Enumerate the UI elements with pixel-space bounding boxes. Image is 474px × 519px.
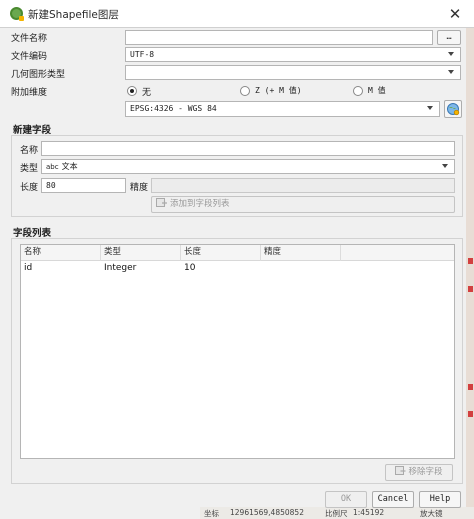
crs-value: EPSG:4326 - WGS 84 [130, 104, 217, 113]
radio-m[interactable] [353, 86, 363, 96]
add-field-icon [156, 198, 167, 207]
field-name-label: 名称 [20, 146, 39, 156]
dimensions-label: 附加维度 [11, 88, 48, 98]
radio-none-label: 无 [142, 88, 152, 98]
field-list-section-title: 字段列表 [13, 228, 52, 239]
table-header: 名称 类型 长度 精度 [21, 245, 454, 261]
map-feature [468, 258, 473, 264]
chevron-down-icon [448, 52, 454, 56]
field-list-table[interactable]: 名称 类型 长度 精度 id Integer 10 [20, 244, 455, 459]
field-type-value: 文本 [61, 162, 78, 171]
field-type-select[interactable]: abc 文本 [41, 159, 455, 174]
chevron-down-icon [442, 164, 448, 168]
select-crs-button[interactable] [444, 100, 462, 118]
cell-name: id [24, 263, 33, 273]
column-header-name[interactable]: 名称 [21, 245, 101, 261]
window-title: 新建Shapefile图层 [28, 9, 119, 21]
remove-field-button[interactable]: 移除字段 [385, 464, 453, 481]
map-feature [468, 286, 473, 292]
add-to-field-list-button[interactable]: 添加到字段列表 [151, 196, 455, 213]
field-length-label: 长度 [20, 183, 39, 193]
cell-type: Integer [104, 263, 137, 273]
radio-z-m[interactable] [240, 86, 250, 96]
chevron-down-icon [448, 70, 454, 74]
radio-m-label: M 值 [368, 86, 386, 95]
scale-label: 比例尺 [325, 509, 348, 518]
column-header-length[interactable]: 长度 [181, 245, 261, 261]
encoding-value: UTF-8 [130, 50, 155, 59]
encoding-label: 文件编码 [11, 52, 48, 62]
add-to-field-list-label: 添加到字段列表 [170, 199, 230, 209]
column-header-type[interactable]: 类型 [101, 245, 181, 261]
new-field-section-title: 新建字段 [13, 125, 52, 136]
coord-value: 12961569,4850852 [230, 508, 304, 517]
scale-value: 1:45192 [353, 508, 385, 517]
field-precision-label: 精度 [130, 183, 149, 193]
remove-field-label: 移除字段 [408, 467, 443, 477]
field-name-input[interactable] [41, 141, 455, 156]
cancel-button[interactable]: Cancel [372, 491, 414, 508]
geometry-type-label: 几何图形类型 [11, 70, 66, 80]
field-precision-input[interactable] [151, 178, 455, 193]
field-type-label: 类型 [20, 164, 39, 174]
qgis-logo-icon [10, 7, 24, 21]
magnifier-label: 放大镜 [420, 509, 443, 518]
map-feature [468, 411, 473, 417]
radio-none[interactable] [127, 86, 137, 96]
encoding-select[interactable]: UTF-8 [125, 47, 461, 62]
field-length-input[interactable]: 80 [41, 178, 126, 193]
text-type-icon: abc [46, 163, 59, 171]
background-status-bar: 坐标 12961569,4850852 比例尺 1:45192 放大镜 [200, 507, 474, 519]
title-bar: 新建Shapefile图层 ✕ [0, 0, 474, 28]
cell-length: 10 [184, 263, 196, 273]
close-button[interactable]: ✕ [442, 3, 468, 25]
file-name-label: 文件名称 [11, 34, 48, 44]
radio-z-m-label: Z (+ M 值) [255, 86, 302, 95]
background-map-strip [466, 28, 474, 508]
coord-label: 坐标 [204, 509, 219, 518]
ok-button[interactable]: OK [325, 491, 367, 508]
map-feature [468, 384, 473, 390]
globe-crs-icon [447, 103, 460, 116]
geometry-type-select[interactable] [125, 65, 461, 80]
help-button[interactable]: Help [419, 491, 461, 508]
crs-select[interactable]: EPSG:4326 - WGS 84 [125, 101, 440, 117]
column-header-precision[interactable]: 精度 [261, 245, 341, 261]
file-name-input[interactable] [125, 30, 433, 45]
remove-field-icon [395, 466, 406, 475]
chevron-down-icon [427, 106, 433, 110]
browse-button[interactable]: … [437, 30, 461, 45]
